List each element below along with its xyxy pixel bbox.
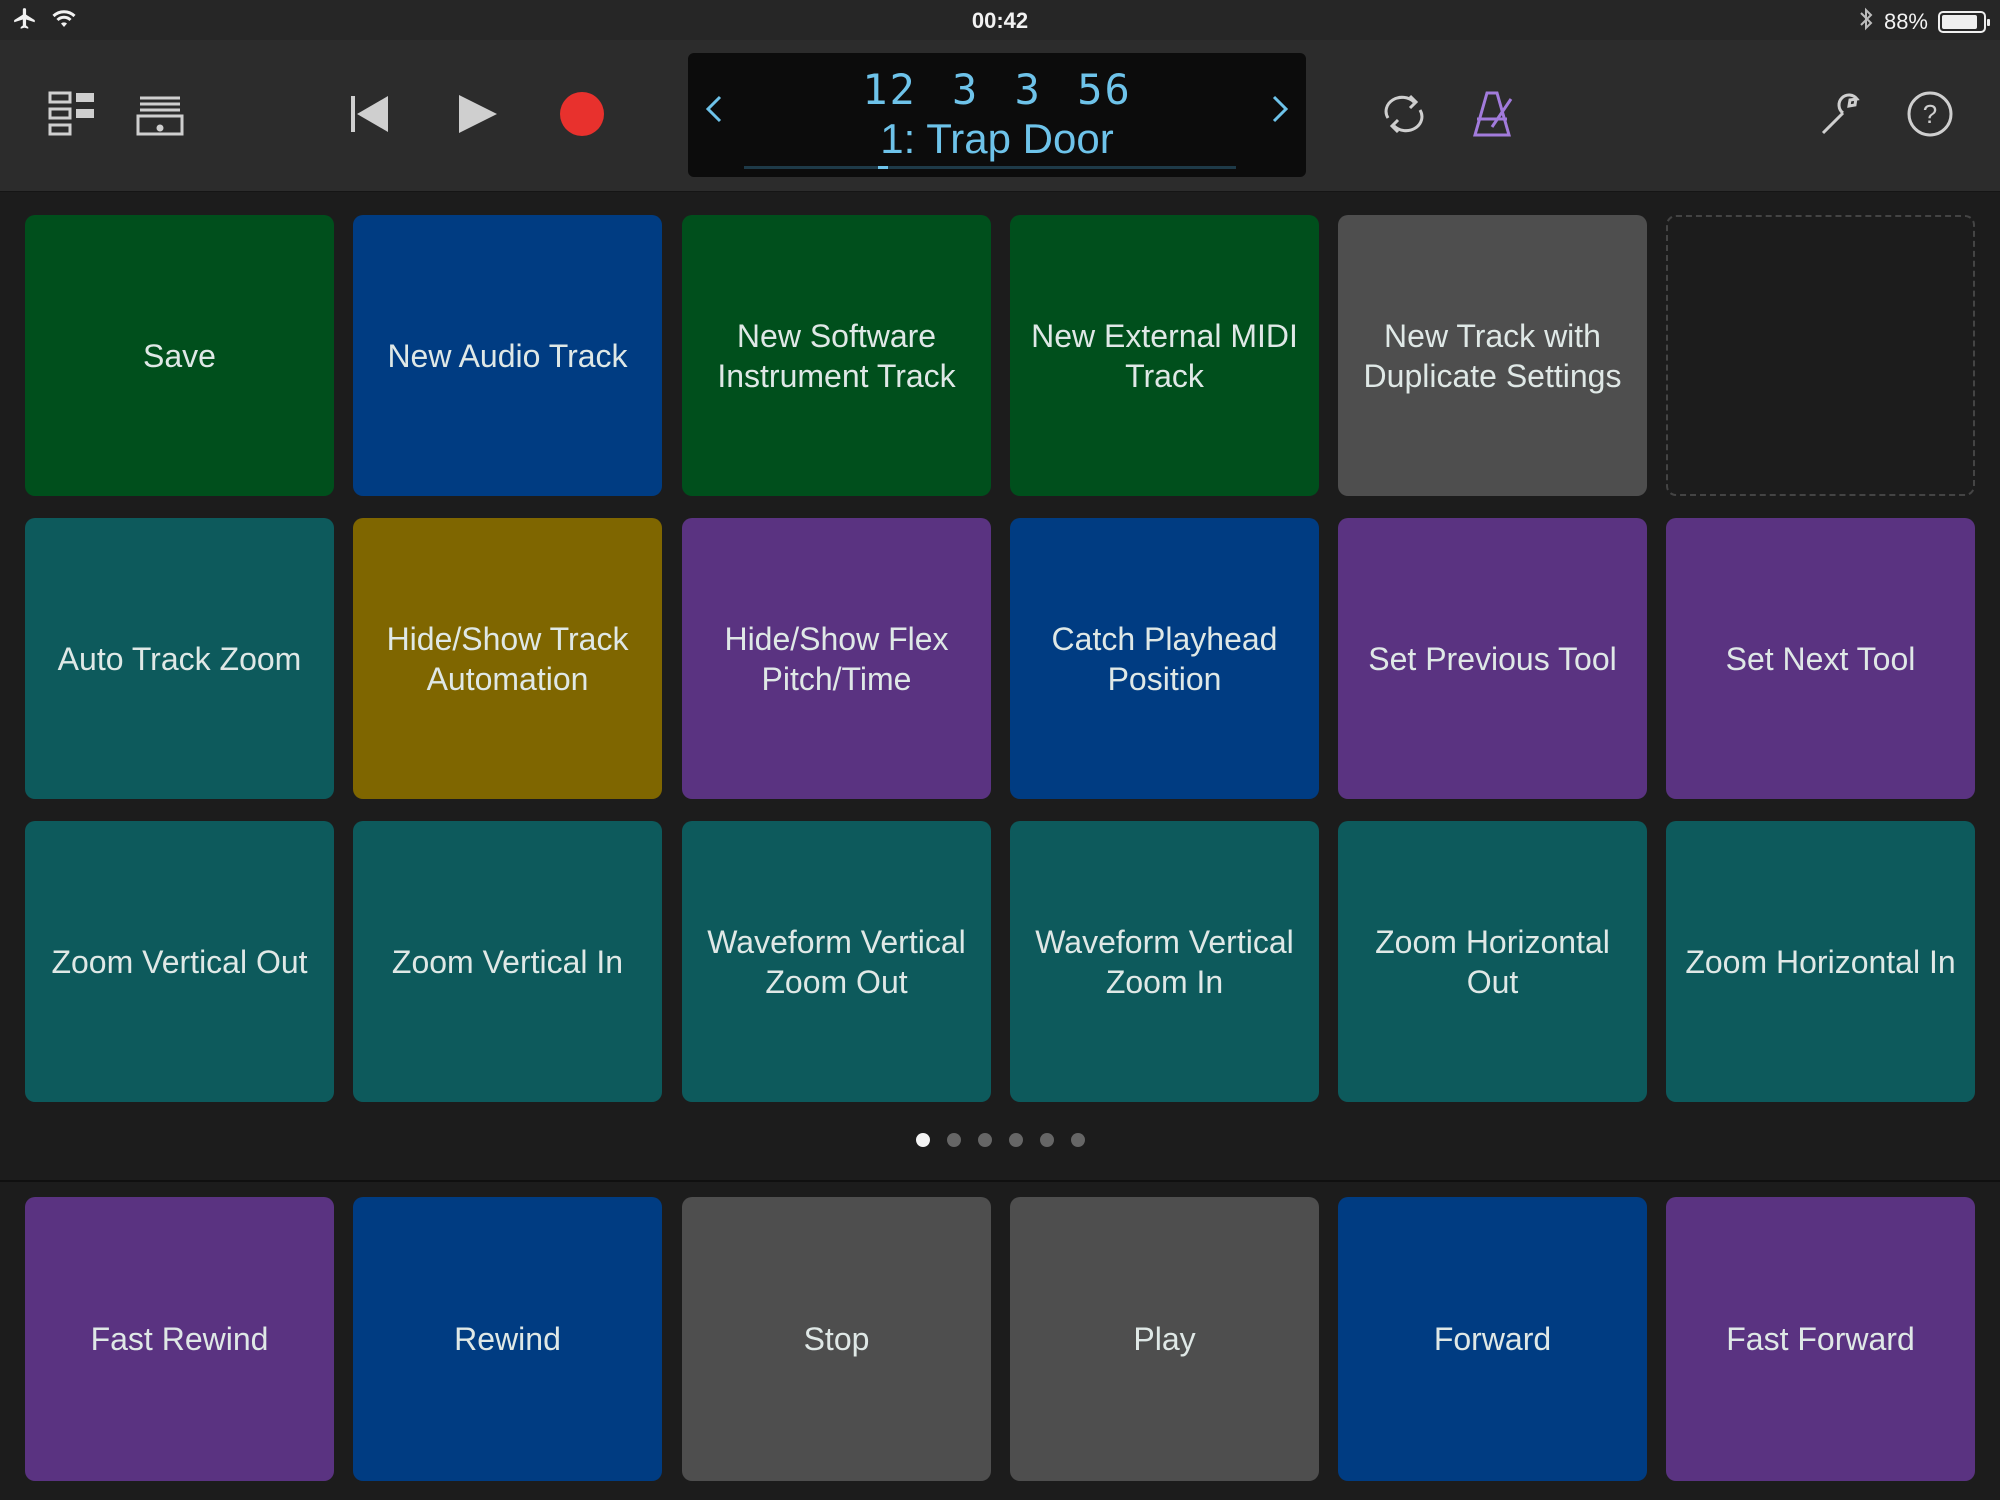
zoom-horizontal-out-button[interactable]: Zoom Horizontal Out <box>1338 821 1647 1102</box>
battery-percent: 88% <box>1883 9 1928 34</box>
lcd-timeline <box>744 166 1236 169</box>
lcd-display[interactable]: 12 3 3 56 1: Trap Door <box>688 53 1306 177</box>
svg-text:?: ? <box>1923 99 1937 129</box>
key-label: Zoom Horizontal Out <box>1375 923 1610 1000</box>
page-dot[interactable] <box>946 1133 961 1147</box>
page-dot[interactable] <box>977 1133 992 1147</box>
key-label: Hide/Show Track Automation <box>386 620 629 697</box>
settings-wrench-icon[interactable] <box>1814 86 1870 142</box>
metronome-icon[interactable] <box>1464 86 1520 142</box>
lcd-song-name: 1: Trap Door <box>880 115 1114 162</box>
key-label: Save <box>143 337 216 374</box>
zoom-vertical-out-button[interactable]: Zoom Vertical Out <box>25 821 334 1102</box>
key-label: Zoom Vertical In <box>391 943 624 980</box>
key-label: Set Next Tool <box>1725 640 1916 677</box>
key-label: Fast Rewind <box>90 1321 269 1357</box>
mixer-view-icon[interactable] <box>44 86 100 142</box>
play-button[interactable]: Play <box>1010 1197 1319 1481</box>
set-previous-tool-button[interactable]: Set Previous Tool <box>1338 518 1647 799</box>
catch-playhead-position-button[interactable]: Catch Playhead Position <box>1010 518 1319 799</box>
record-icon[interactable] <box>554 86 610 142</box>
key-label: Play <box>1133 1321 1196 1357</box>
cycle-icon[interactable] <box>1376 86 1432 142</box>
set-next-tool-button[interactable]: Set Next Tool <box>1666 518 1975 799</box>
page-dot[interactable] <box>1070 1133 1085 1147</box>
key-label: Stop <box>803 1321 870 1357</box>
play-icon[interactable] <box>450 86 506 142</box>
help-icon[interactable]: ? <box>1902 86 1958 142</box>
key-label: Catch Playhead Position <box>1051 620 1278 697</box>
zoom-horizontal-in-button[interactable]: Zoom Horizontal In <box>1666 821 1975 1102</box>
new-track-with-duplicate-settings-button[interactable]: New Track with Duplicate Settings <box>1338 215 1647 496</box>
page-dot[interactable] <box>1039 1133 1054 1147</box>
auto-track-zoom-button[interactable]: Auto Track Zoom <box>25 518 334 799</box>
forward-button[interactable]: Forward <box>1338 1197 1647 1481</box>
key-label: Waveform Vertical Zoom Out <box>707 923 966 1000</box>
key-label: New Audio Track <box>387 337 628 374</box>
key-label: Zoom Horizontal In <box>1685 943 1956 980</box>
waveform-vertical-zoom-in-button[interactable]: Waveform Vertical Zoom In <box>1010 821 1319 1102</box>
key-label: Set Previous Tool <box>1368 640 1617 677</box>
library-icon[interactable] <box>132 86 188 142</box>
key-label: Rewind <box>454 1321 561 1357</box>
key-label: Fast Forward <box>1726 1321 1915 1357</box>
page-dot[interactable] <box>1008 1133 1023 1147</box>
bluetooth-icon <box>1858 6 1874 38</box>
chevron-right-icon[interactable] <box>1270 89 1290 140</box>
hide-show-flex-pitch-time-button[interactable]: Hide/Show Flex Pitch/Time <box>682 518 991 799</box>
go-to-beginning-icon[interactable] <box>342 86 398 142</box>
fast-rewind-button[interactable]: Fast Rewind <box>25 1197 334 1481</box>
page-indicator[interactable] <box>0 1133 2000 1147</box>
key-label: Zoom Vertical Out <box>51 943 308 980</box>
battery-fill <box>1942 15 1978 29</box>
key-label: Waveform Vertical Zoom In <box>1035 923 1294 1000</box>
key-label: Forward <box>1433 1321 1552 1357</box>
fast-forward-button[interactable]: Fast Forward <box>1666 1197 1975 1481</box>
new-software-instrument-track-button[interactable]: New Software Instrument Track <box>682 215 991 496</box>
new-audio-track-button[interactable]: New Audio Track <box>353 215 662 496</box>
page-dot[interactable] <box>915 1133 930 1147</box>
key-label: New External MIDI Track <box>1031 317 1298 394</box>
status-right: 88% <box>1858 6 1990 38</box>
key-label: Auto Track Zoom <box>57 640 302 677</box>
waveform-vertical-zoom-out-button[interactable]: Waveform Vertical Zoom Out <box>682 821 991 1102</box>
rewind-button[interactable]: Rewind <box>353 1197 662 1481</box>
save-button[interactable]: Save <box>25 215 334 496</box>
status-bar: 00:42 88% <box>0 0 2000 40</box>
battery-icon <box>1938 11 1990 33</box>
lcd-position: 12 3 3 56 <box>862 65 1132 114</box>
key-label: Hide/Show Flex Pitch/Time <box>724 620 949 697</box>
empty-slot <box>1666 215 1975 496</box>
hide-show-track-automation-button[interactable]: Hide/Show Track Automation <box>353 518 662 799</box>
stop-button[interactable]: Stop <box>682 1197 991 1481</box>
clock: 00:42 <box>971 8 1029 33</box>
key-label: New Track with Duplicate Settings <box>1363 317 1622 394</box>
lcd-playhead <box>878 166 888 169</box>
key-label: New Software Instrument Track <box>717 317 956 394</box>
divider <box>0 1180 2000 1182</box>
control-bar: 12 3 3 56 1: Trap Door ? <box>0 40 2000 192</box>
zoom-vertical-in-button[interactable]: Zoom Vertical In <box>353 821 662 1102</box>
new-external-midi-track-button[interactable]: New External MIDI Track <box>1010 215 1319 496</box>
